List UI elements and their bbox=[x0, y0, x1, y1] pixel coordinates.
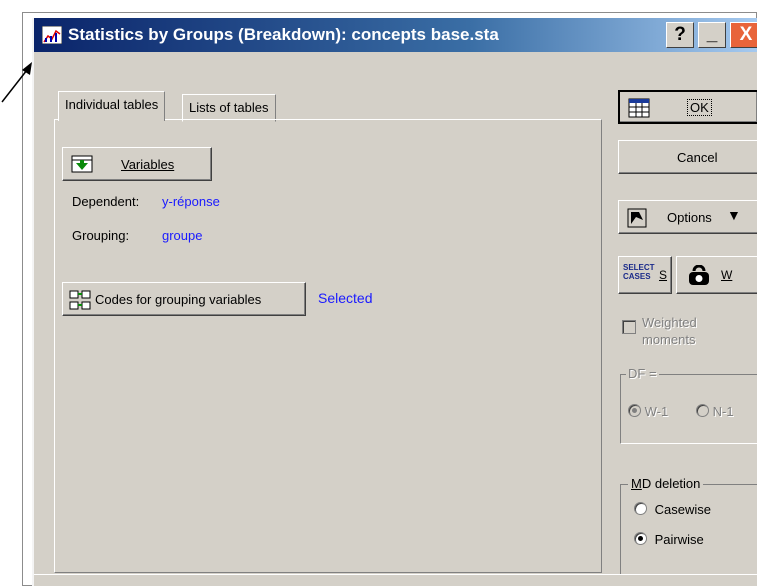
df-n1-label: N-1 bbox=[712, 404, 734, 419]
grouping-value[interactable]: groupe bbox=[162, 228, 202, 243]
variables-icon bbox=[71, 155, 93, 173]
df-option-w1[interactable]: W-1 bbox=[628, 404, 668, 419]
weighted-moments-checkbox[interactable] bbox=[622, 320, 636, 334]
tab-lists-of-tables[interactable]: Lists of tables bbox=[182, 94, 276, 122]
close-button[interactable]: X bbox=[730, 22, 757, 48]
variables-button-label: Variables bbox=[121, 157, 175, 172]
cancel-button[interactable]: Cancel bbox=[618, 140, 757, 174]
options-icon bbox=[627, 208, 647, 228]
variables-button[interactable]: Variables bbox=[62, 147, 212, 181]
df-w1-radio[interactable] bbox=[628, 404, 641, 417]
ok-button-label: OK bbox=[687, 99, 712, 116]
pairwise-radio[interactable] bbox=[634, 532, 647, 545]
casewise-label: Casewise bbox=[654, 502, 711, 517]
select-cases-icon: SELECT CASES bbox=[623, 263, 655, 281]
df-n1-radio[interactable] bbox=[696, 404, 709, 417]
select-cases-key: S bbox=[659, 268, 668, 282]
dialog-bottom-edge bbox=[34, 574, 757, 586]
grouping-label: Grouping: bbox=[72, 228, 130, 243]
codes-button[interactable]: Codes for grouping variables bbox=[62, 282, 306, 316]
df-w1-label: W-1 bbox=[644, 404, 669, 419]
casewise-radio[interactable] bbox=[634, 502, 647, 515]
select-cases-button[interactable]: SELECT CASES S bbox=[618, 256, 672, 294]
dropdown-arrow-icon: ▼ bbox=[727, 207, 741, 223]
spreadsheet-icon bbox=[628, 98, 650, 118]
window-title: Statistics by Groups (Breakdown): concep… bbox=[68, 25, 499, 44]
weight-button[interactable]: W bbox=[676, 256, 757, 294]
options-button-label: Options bbox=[667, 210, 712, 225]
select-cases-icon-text-1: SELECT bbox=[623, 263, 655, 272]
breakdown-dialog: Statistics by Groups (Breakdown): concep… bbox=[32, 18, 757, 586]
title-bar: Statistics by Groups (Breakdown): concep… bbox=[34, 18, 757, 52]
md-deletion-label: MD deletion bbox=[628, 476, 704, 491]
codes-button-label: Codes for grouping variables bbox=[95, 292, 262, 307]
select-cases-icon-text-2: CASES bbox=[623, 272, 651, 281]
pairwise-label: Pairwise bbox=[654, 532, 704, 547]
md-deletion-label-rest: D deletion bbox=[641, 476, 701, 491]
weight-icon bbox=[689, 265, 709, 285]
dependent-value[interactable]: y-réponse bbox=[162, 194, 220, 209]
weighted-moments-label: Weighted moments bbox=[642, 315, 697, 347]
dependent-label: Dependent: bbox=[72, 194, 140, 209]
codes-status: Selected bbox=[318, 290, 373, 306]
df-label: DF = bbox=[626, 366, 659, 381]
tab-panel bbox=[54, 119, 602, 573]
chart-app-icon bbox=[42, 26, 62, 44]
md-deletion-groupbox bbox=[620, 484, 757, 576]
md-casewise-option[interactable]: Casewise bbox=[634, 502, 711, 517]
options-button[interactable]: Options ▼ bbox=[618, 200, 757, 234]
md-pairwise-option[interactable]: Pairwise bbox=[634, 532, 704, 547]
minimize-button[interactable]: _ bbox=[698, 22, 726, 48]
help-button[interactable]: ? bbox=[666, 22, 694, 48]
codes-icon bbox=[69, 290, 91, 310]
tab-individual-tables[interactable]: Individual tables bbox=[58, 91, 166, 121]
weight-key: W bbox=[721, 268, 733, 282]
ok-button[interactable]: OK bbox=[618, 90, 757, 124]
df-option-n1[interactable]: N-1 bbox=[696, 404, 734, 419]
cancel-button-label: Cancel bbox=[677, 150, 718, 165]
